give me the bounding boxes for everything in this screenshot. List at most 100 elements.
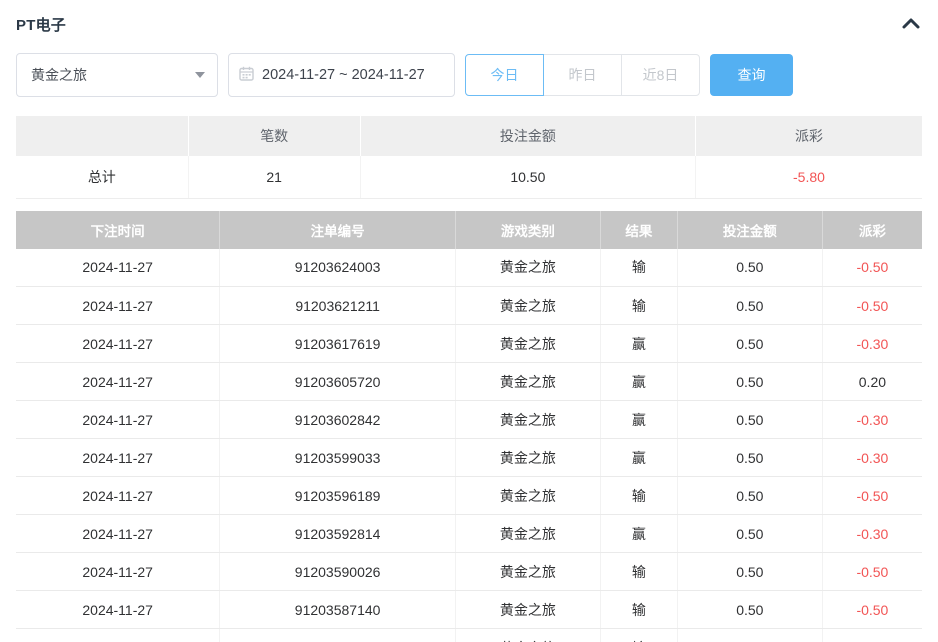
cell-bet-time: 2024-11-27 (16, 362, 221, 401)
cell-result: 输 (600, 476, 678, 515)
cell-game-type: 黄金之旅 (455, 476, 601, 515)
cell-bet-amount: 0.50 (677, 552, 823, 591)
cell-order-no: 91203605720 (219, 362, 456, 401)
query-button[interactable]: 查询 (710, 54, 793, 96)
date-range-input[interactable]: 2024-11-27 ~ 2024-11-27 (228, 53, 455, 97)
cell-payout: -0.50 (822, 628, 922, 642)
records-table: 下注时间 注单编号 游戏类别 结果 投注金额 派彩 2024-11-27 912… (16, 210, 922, 642)
cell-bet-time: 2024-11-27 (16, 476, 221, 515)
cell-payout: 0.20 (822, 362, 922, 401)
today-button[interactable]: 今日 (465, 54, 544, 96)
date-range-value: 2024-11-27 ~ 2024-11-27 (262, 67, 425, 83)
filter-bar: 黄金之旅 2024-11-27 ~ 2024-11-27 今日 昨日 近8日 查… (16, 53, 922, 97)
cell-payout: -0.50 (822, 552, 922, 591)
summary-col-payout: 派彩 (695, 116, 922, 156)
cell-bet-amount: 0.50 (677, 514, 823, 553)
chevron-up-icon (901, 16, 921, 33)
cell-game-type: 黄金之旅 (455, 438, 601, 477)
cell-bet-time: 2024-11-27 (16, 552, 221, 591)
cell-order-no: 91203621211 (219, 286, 456, 325)
cell-bet-time: 2024-11-27 (16, 324, 221, 363)
cell-bet-amount: 0.50 (677, 438, 823, 477)
cell-order-no: 91203592814 (219, 514, 456, 553)
cell-game-type: 黄金之旅 (455, 590, 601, 629)
cell-bet-amount: 0.50 (677, 286, 823, 325)
summary-col-empty (16, 116, 189, 156)
table-row: 2024-11-27 91203587140 黄金之旅 输 0.50 -0.50 (16, 590, 922, 629)
cell-bet-time: 2024-11-27 (16, 514, 221, 553)
table-row: 2024-11-27 91203584236 黄金之旅 输 0.50 -0.50 (16, 628, 922, 642)
cell-bet-amount: 0.50 (677, 248, 823, 287)
cell-bet-amount: 0.50 (677, 324, 823, 363)
cell-bet-time: 2024-11-27 (16, 248, 221, 287)
cell-bet-amount: 0.50 (677, 476, 823, 515)
cell-bet-amount: 0.50 (677, 628, 823, 642)
col-bet-time: 下注时间 (16, 210, 221, 249)
col-result: 结果 (600, 210, 678, 249)
summary-total-bet-amount: 10.50 (360, 156, 696, 199)
cell-result: 输 (600, 248, 678, 287)
summary-total-row: 总计 21 10.50 -5.80 (16, 156, 922, 199)
game-select[interactable]: 黄金之旅 (16, 53, 218, 97)
cell-payout: -0.50 (822, 286, 922, 325)
col-payout: 派彩 (822, 210, 922, 249)
cell-result: 输 (600, 628, 678, 642)
records-header-row: 下注时间 注单编号 游戏类别 结果 投注金额 派彩 (16, 210, 922, 249)
cell-game-type: 黄金之旅 (455, 362, 601, 401)
cell-result: 赢 (600, 324, 678, 363)
cell-result: 输 (600, 286, 678, 325)
cell-game-type: 黄金之旅 (455, 628, 601, 642)
cell-order-no: 91203587140 (219, 590, 456, 629)
cell-bet-time: 2024-11-27 (16, 286, 221, 325)
cell-game-type: 黄金之旅 (455, 552, 601, 591)
cell-result: 赢 (600, 514, 678, 553)
cell-result: 赢 (600, 362, 678, 401)
cell-payout: -0.50 (822, 476, 922, 515)
cell-order-no: 91203602842 (219, 400, 456, 439)
table-row: 2024-11-27 91203624003 黄金之旅 输 0.50 -0.50 (16, 248, 922, 287)
cell-payout: -0.30 (822, 438, 922, 477)
cell-result: 输 (600, 590, 678, 629)
game-select-value: 黄金之旅 (31, 67, 87, 83)
cell-order-no: 91203596189 (219, 476, 456, 515)
cell-order-no: 91203617619 (219, 324, 456, 363)
cell-order-no: 91203590026 (219, 552, 456, 591)
last-8-days-button[interactable]: 近8日 (621, 54, 700, 96)
cell-order-no: 91203599033 (219, 438, 456, 477)
cell-game-type: 黄金之旅 (455, 248, 601, 287)
cell-result: 赢 (600, 438, 678, 477)
col-game-type: 游戏类别 (455, 210, 601, 249)
cell-game-type: 黄金之旅 (455, 514, 601, 553)
summary-col-bet-amount: 投注金额 (360, 116, 696, 156)
cell-bet-amount: 0.50 (677, 590, 823, 629)
yesterday-button[interactable]: 昨日 (543, 54, 622, 96)
cell-result: 赢 (600, 400, 678, 439)
collapse-panel-button[interactable] (900, 13, 922, 35)
cell-payout: -0.30 (822, 400, 922, 439)
page-title: PT电子 (16, 16, 66, 34)
cell-payout: -0.50 (822, 248, 922, 287)
cell-game-type: 黄金之旅 (455, 324, 601, 363)
panel-header: PT电子 (16, 12, 922, 36)
table-row: 2024-11-27 91203605720 黄金之旅 赢 0.50 0.20 (16, 362, 922, 401)
table-row: 2024-11-27 91203592814 黄金之旅 赢 0.50 -0.30 (16, 514, 922, 553)
cell-bet-time: 2024-11-27 (16, 400, 221, 439)
col-order-no: 注单编号 (219, 210, 456, 249)
cell-bet-amount: 0.50 (677, 362, 823, 401)
table-row: 2024-11-27 91203596189 黄金之旅 输 0.50 -0.50 (16, 476, 922, 515)
summary-total-label: 总计 (16, 156, 189, 199)
cell-bet-time: 2024-11-27 (16, 590, 221, 629)
chevron-down-icon (195, 72, 205, 78)
summary-total-count: 21 (188, 156, 361, 199)
cell-payout: -0.30 (822, 324, 922, 363)
table-row: 2024-11-27 91203590026 黄金之旅 输 0.50 -0.50 (16, 552, 922, 591)
cell-payout: -0.30 (822, 514, 922, 553)
cell-order-no: 91203624003 (219, 248, 456, 287)
summary-col-count: 笔数 (188, 116, 361, 156)
table-row: 2024-11-27 91203602842 黄金之旅 赢 0.50 -0.30 (16, 400, 922, 439)
cell-game-type: 黄金之旅 (455, 286, 601, 325)
cell-payout: -0.50 (822, 590, 922, 629)
cell-bet-time: 2024-11-27 (16, 438, 221, 477)
table-row: 2024-11-27 91203599033 黄金之旅 赢 0.50 -0.30 (16, 438, 922, 477)
summary-total-payout: -5.80 (695, 156, 922, 199)
